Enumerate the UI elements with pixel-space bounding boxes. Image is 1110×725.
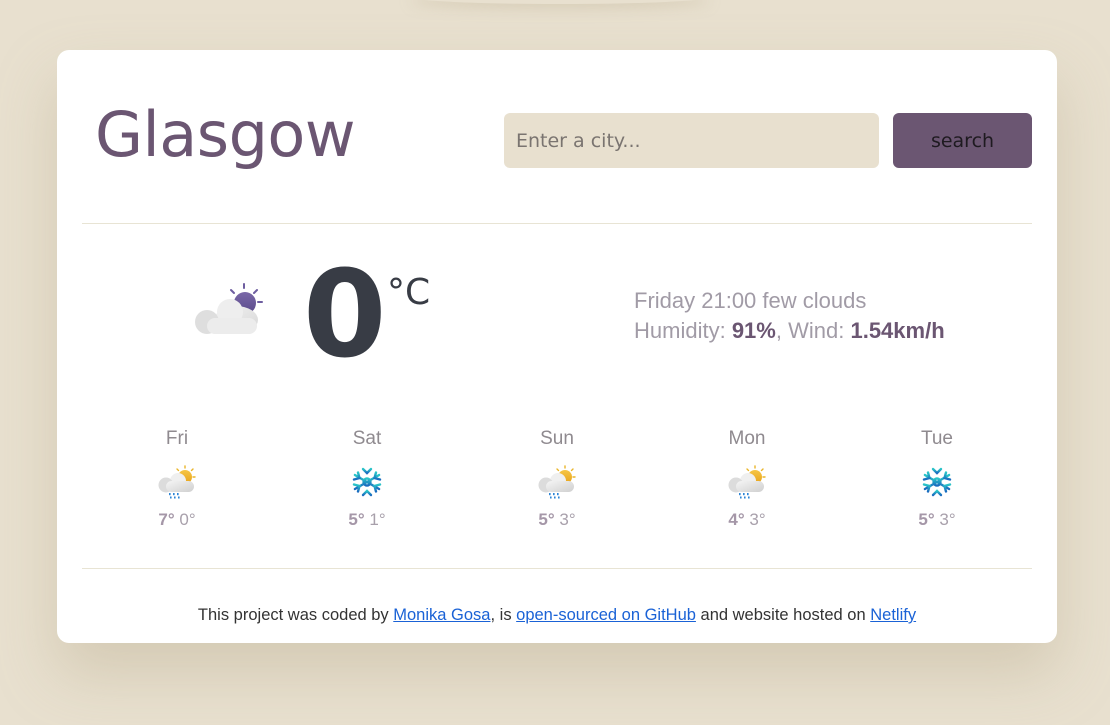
forecast-max: 5° (538, 510, 555, 529)
forecast-day-name: Tue (920, 428, 954, 449)
forecast-temps: 5° 3° (842, 510, 1032, 530)
forecast-day-name: Fri (165, 428, 189, 449)
wind-value: 1.54km/h (850, 318, 945, 343)
forecast-min: 0° (179, 510, 196, 529)
forecast-min: 3° (559, 510, 576, 529)
current-temperature: 0 (303, 246, 387, 385)
city-title: Glasgow (95, 98, 356, 171)
author-link[interactable]: Monika Gosa (393, 606, 490, 624)
footer: This project was coded by Monika Gosa, i… (57, 606, 1057, 625)
city-search-input[interactable] (504, 113, 879, 168)
forecast-temps: 5° 3° (462, 510, 652, 530)
forecast-temps: 4° 3° (652, 510, 842, 530)
forecast-row: Fri 7° 0° Sat 5° 1° Sun 5° 3° Mon 4° 3° … (82, 428, 1032, 548)
forecast-temps: 7° 0° (82, 510, 272, 530)
snowflake-icon (346, 464, 388, 500)
temperature-unit-celsius[interactable]: °C (387, 272, 430, 313)
snowflake-icon (916, 464, 958, 500)
forecast-day: Sun 5° 3° (462, 428, 652, 530)
forecast-day-name: Sun (540, 428, 574, 449)
forecast-day: Sat 5° 1° (272, 428, 462, 530)
few-clouds-night-icon (195, 283, 263, 334)
forecast-day: Mon 4° 3° (652, 428, 842, 530)
forecast-max: 5° (918, 510, 935, 529)
rain-sun-icon (536, 464, 578, 500)
forecast-day-name: Mon (728, 428, 766, 449)
forecast-max: 7° (158, 510, 175, 529)
humidity-label: Humidity: (634, 318, 726, 343)
search-button[interactable]: search (893, 113, 1032, 168)
humidity-wind-line: Humidity: 91%, Wind: 1.54km/h (634, 316, 945, 346)
forecast-day-name: Sat (352, 428, 382, 449)
weather-details: Friday 21:00 few clouds Humidity: 91%, W… (634, 286, 945, 346)
divider (82, 568, 1032, 569)
rain-sun-icon (726, 464, 768, 500)
forecast-temps: 5° 1° (272, 510, 462, 530)
weather-card: Glasgow search 0 °C (57, 50, 1057, 643)
forecast-day: Fri 7° 0° (82, 428, 272, 530)
wind-label: Wind: (788, 318, 845, 343)
day-time: Friday 21:00 (634, 288, 757, 313)
divider (82, 223, 1032, 224)
rain-sun-icon (156, 464, 198, 500)
forecast-min: 1° (369, 510, 386, 529)
footer-text: and website hosted on (695, 606, 871, 624)
netlify-link[interactable]: Netlify (870, 606, 916, 624)
date-description-line: Friday 21:00 few clouds (634, 286, 945, 316)
weather-description: few clouds (762, 288, 867, 313)
humidity-value: 91% (731, 318, 776, 343)
decorative-shadow (410, 0, 710, 4)
forecast-min: 3° (749, 510, 766, 529)
github-link[interactable]: open-sourced on GitHub (516, 606, 696, 624)
separator: , (775, 318, 789, 343)
forecast-max: 4° (728, 510, 745, 529)
forecast-day: Tue 5° 3° (842, 428, 1032, 530)
footer-text: , is (490, 606, 517, 624)
forecast-max: 5° (348, 510, 365, 529)
forecast-min: 3° (939, 510, 956, 529)
footer-text: This project was coded by (197, 606, 394, 624)
